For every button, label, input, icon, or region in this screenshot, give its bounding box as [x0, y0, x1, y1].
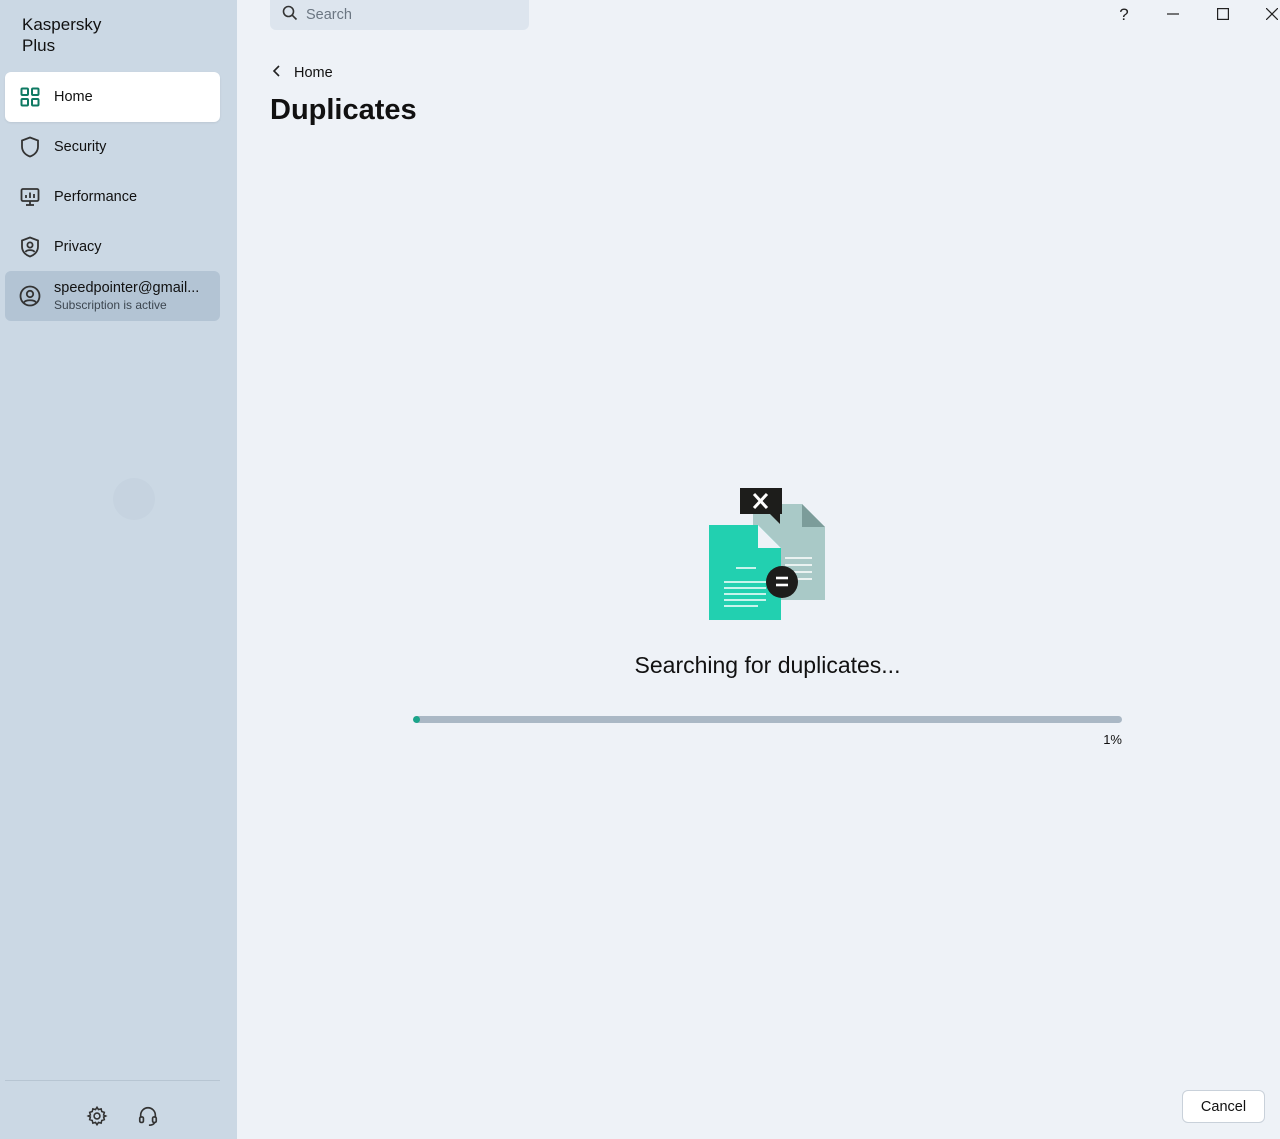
monitor-icon [19, 186, 41, 208]
scan-status-text: Searching for duplicates... [634, 652, 901, 678]
help-icon: ? [1119, 5, 1129, 24]
scan-progress-fill [413, 716, 421, 723]
breadcrumb-home-link[interactable]: Home [294, 65, 333, 81]
sidebar-divider [5, 1080, 220, 1081]
scan-progress-percent: 1% [1103, 732, 1122, 747]
headset-icon [137, 1105, 159, 1132]
settings-button[interactable] [84, 1105, 110, 1131]
gear-icon [86, 1105, 108, 1132]
chevron-left-icon [272, 64, 282, 82]
dashboard-icon [19, 86, 41, 108]
breadcrumb[interactable]: Home [272, 64, 333, 82]
background-ghost-icon [113, 478, 155, 520]
sidebar-item-label: Home [54, 89, 93, 105]
page-title: Duplicates [270, 94, 417, 126]
sidebar-item-security[interactable]: Security [5, 122, 220, 172]
sidebar-nav: Home Security Performance Privacy [5, 72, 220, 272]
account-text: speedpointer@gmail... Subscription is ac… [54, 280, 199, 312]
sidebar-item-performance[interactable]: Performance [5, 172, 220, 222]
shield-icon [19, 136, 41, 158]
minimize-button[interactable] [1160, 2, 1186, 28]
minimize-icon [1167, 5, 1179, 25]
maximize-icon [1217, 5, 1230, 25]
search-input[interactable] [306, 7, 506, 23]
account-item[interactable]: speedpointer@gmail... Subscription is ac… [5, 271, 220, 321]
cancel-button[interactable]: Cancel [1182, 1090, 1265, 1123]
sidebar-item-label: Privacy [54, 239, 102, 255]
privacy-shield-icon [19, 236, 41, 258]
close-button[interactable] [1259, 2, 1280, 28]
user-circle-icon [19, 285, 41, 307]
search-bar[interactable] [270, 0, 529, 30]
app-title: Kaspersky Plus [22, 14, 101, 56]
scan-progress-bar [413, 716, 1122, 723]
app-title-line2: Plus [22, 36, 56, 55]
app-title-line1: Kaspersky [22, 15, 102, 34]
subscription-status: Subscription is active [54, 298, 167, 312]
close-icon [1265, 5, 1279, 25]
duplicates-illustration [700, 480, 840, 630]
sidebar-item-home[interactable]: Home [5, 72, 220, 122]
account-email: speedpointer@gmail... [54, 280, 200, 296]
sidebar-item-label: Security [54, 139, 107, 155]
maximize-button[interactable] [1210, 2, 1236, 28]
support-button[interactable] [135, 1105, 161, 1131]
help-button[interactable]: ? [1111, 2, 1137, 28]
app-window: Kaspersky Plus Home Security Performance… [0, 0, 1280, 1139]
sidebar-item-label: Performance [54, 189, 138, 205]
search-icon [282, 5, 298, 26]
sidebar-item-privacy[interactable]: Privacy [5, 222, 220, 272]
sidebar: Kaspersky Plus Home Security Performance… [0, 0, 237, 1139]
